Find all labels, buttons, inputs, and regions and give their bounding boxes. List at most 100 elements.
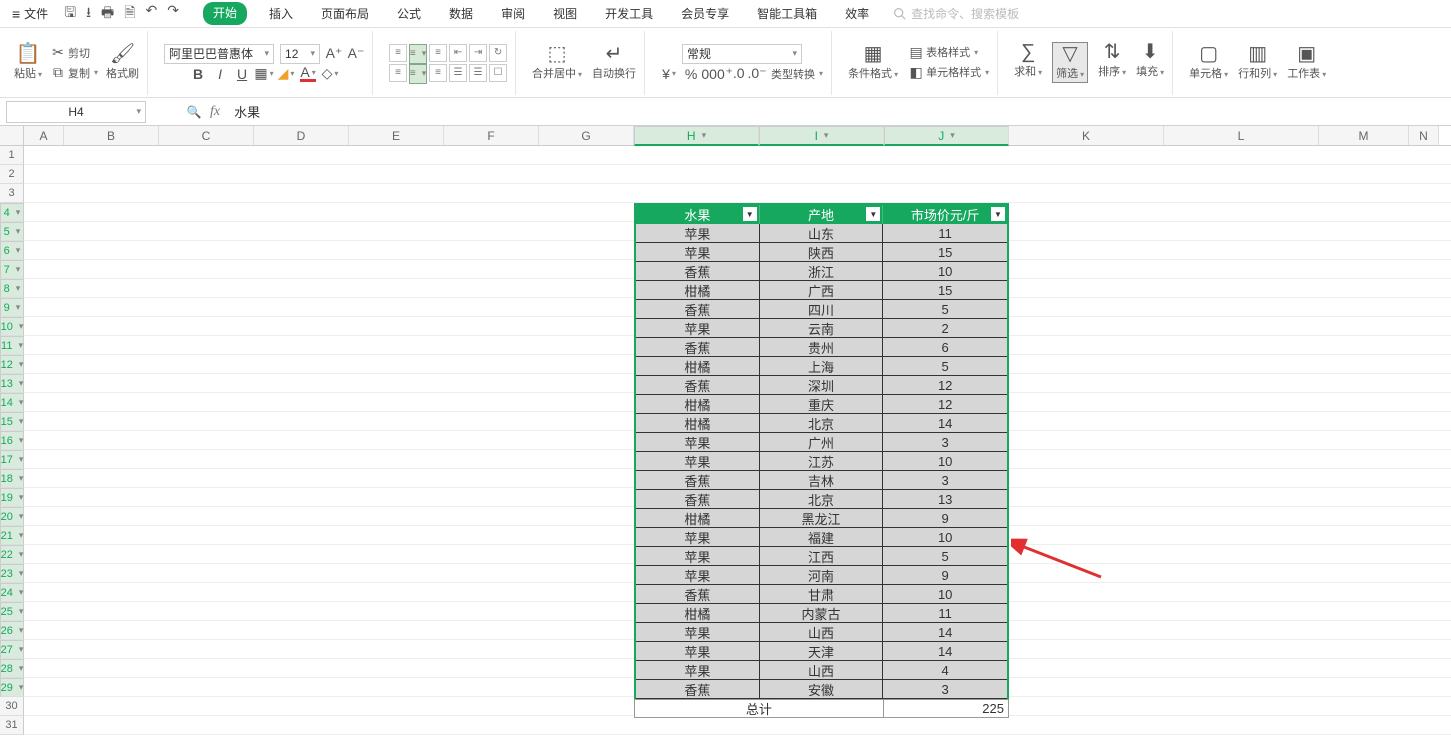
total-label[interactable]: 总计 bbox=[635, 700, 884, 717]
row-header-1[interactable]: 1 bbox=[0, 146, 24, 165]
row-header-4[interactable]: 4 bbox=[0, 203, 24, 222]
merge-toggle[interactable]: ☐ bbox=[489, 64, 507, 82]
table-cell[interactable]: 4 bbox=[883, 661, 1007, 680]
currency-icon[interactable]: ¥ bbox=[661, 66, 677, 82]
table-cell[interactable]: 深圳 bbox=[760, 376, 884, 395]
table-cell[interactable]: 安徽 bbox=[760, 680, 884, 699]
phonetic-icon[interactable]: ◇ bbox=[322, 66, 338, 82]
table-cell[interactable]: 14 bbox=[883, 642, 1007, 661]
table-cell[interactable]: 黑龙江 bbox=[760, 509, 884, 528]
table-cell[interactable]: 3 bbox=[883, 680, 1007, 699]
row-header-14[interactable]: 14 bbox=[0, 393, 24, 412]
table-cell[interactable]: 贵州 bbox=[760, 338, 884, 357]
col-header-A[interactable]: A bbox=[24, 126, 64, 145]
table-cell[interactable]: 苹果 bbox=[636, 224, 760, 243]
col-header-C[interactable]: C bbox=[159, 126, 254, 145]
distribute[interactable]: ☰ bbox=[469, 64, 487, 82]
print-icon[interactable]: 🖶 bbox=[101, 2, 114, 26]
cells-button[interactable]: ▢单元格 bbox=[1189, 44, 1228, 81]
undo-icon[interactable]: ↶ bbox=[146, 2, 158, 26]
align-center[interactable]: ≡ bbox=[409, 64, 427, 84]
table-cell[interactable]: 苹果 bbox=[636, 566, 760, 585]
align-top-center[interactable]: ≡ bbox=[409, 44, 427, 64]
italic-icon[interactable]: I bbox=[212, 66, 228, 82]
orientation[interactable]: ↻ bbox=[489, 44, 507, 62]
file-menu[interactable]: 文件 bbox=[6, 3, 54, 25]
row-header-15[interactable]: 15 bbox=[0, 412, 24, 431]
table-cell[interactable]: 15 bbox=[883, 281, 1007, 300]
row-header-20[interactable]: 20 bbox=[0, 507, 24, 526]
table-cell[interactable]: 香蕉 bbox=[636, 680, 760, 699]
table-cell[interactable]: 柑橘 bbox=[636, 357, 760, 376]
table-cell[interactable]: 苹果 bbox=[636, 452, 760, 471]
table-cell[interactable]: 浙江 bbox=[760, 262, 884, 281]
align-top-right[interactable]: ≡ bbox=[429, 44, 447, 62]
col-header-H[interactable]: H bbox=[634, 126, 759, 146]
row-header-9[interactable]: 9 bbox=[0, 298, 24, 317]
col-header-I[interactable]: I bbox=[759, 126, 884, 146]
col-header-N[interactable]: N bbox=[1409, 126, 1439, 145]
select-all-corner[interactable] bbox=[0, 126, 24, 145]
col-header-L[interactable]: L bbox=[1164, 126, 1319, 145]
table-cell[interactable]: 柑橘 bbox=[636, 509, 760, 528]
table-cell[interactable]: 山西 bbox=[760, 661, 884, 680]
row-header-30[interactable]: 30 bbox=[0, 697, 24, 716]
row-header-27[interactable]: 27 bbox=[0, 640, 24, 659]
col-header-F[interactable]: F bbox=[444, 126, 539, 145]
decrease-font-icon[interactable]: A⁻ bbox=[348, 46, 364, 62]
fill-button[interactable]: ⬇填充 bbox=[1136, 42, 1164, 83]
wrap-text-button[interactable]: ↵自动换行 bbox=[592, 44, 636, 81]
table-cell[interactable]: 香蕉 bbox=[636, 376, 760, 395]
format-painter-button[interactable]: 🖌格式刷 bbox=[106, 44, 139, 81]
table-cell[interactable]: 柑橘 bbox=[636, 414, 760, 433]
border-icon[interactable]: ▦ bbox=[256, 66, 272, 82]
row-header-26[interactable]: 26 bbox=[0, 621, 24, 640]
table-cell[interactable]: 天津 bbox=[760, 642, 884, 661]
tab-7[interactable]: 开发工具 bbox=[599, 2, 659, 25]
save-icon[interactable]: 🖫 bbox=[64, 2, 76, 26]
table-cell[interactable]: 柑橘 bbox=[636, 281, 760, 300]
filter-button[interactable]: ▽筛选 bbox=[1052, 42, 1088, 83]
row-header-22[interactable]: 22 bbox=[0, 545, 24, 564]
table-cell[interactable]: 苹果 bbox=[636, 319, 760, 338]
row-header-12[interactable]: 12 bbox=[0, 355, 24, 374]
merge-center-button[interactable]: ⬚合并居中 bbox=[532, 44, 582, 81]
col-header-G[interactable]: G bbox=[539, 126, 634, 145]
table-cell[interactable]: 11 bbox=[883, 224, 1007, 243]
table-style-button[interactable]: ▤表格样式 bbox=[908, 44, 989, 60]
row-header-7[interactable]: 7 bbox=[0, 260, 24, 279]
font-color-icon[interactable]: A bbox=[300, 66, 316, 82]
table-header[interactable]: 水果▼ bbox=[636, 205, 760, 224]
conditional-format-button[interactable]: ▦条件格式 bbox=[848, 44, 898, 81]
table-cell[interactable]: 江苏 bbox=[760, 452, 884, 471]
row-header-16[interactable]: 16 bbox=[0, 431, 24, 450]
tab-0[interactable]: 开始 bbox=[203, 2, 247, 25]
cut-button[interactable]: ✂剪切 bbox=[50, 45, 98, 61]
row-header-17[interactable]: 17 bbox=[0, 450, 24, 469]
tab-1[interactable]: 插入 bbox=[263, 2, 299, 25]
export-icon[interactable]: ⭳ bbox=[86, 2, 91, 26]
increase-font-icon[interactable]: A⁺ bbox=[326, 46, 342, 62]
table-cell[interactable]: 9 bbox=[883, 566, 1007, 585]
bold-icon[interactable]: B bbox=[190, 66, 206, 82]
table-cell[interactable]: 苹果 bbox=[636, 642, 760, 661]
col-header-J[interactable]: J bbox=[884, 126, 1009, 146]
table-cell[interactable]: 吉林 bbox=[760, 471, 884, 490]
tab-5[interactable]: 审阅 bbox=[495, 2, 531, 25]
tab-8[interactable]: 会员专享 bbox=[675, 2, 735, 25]
align-top-left[interactable]: ≡ bbox=[389, 44, 407, 62]
table-cell[interactable]: 苹果 bbox=[636, 243, 760, 262]
table-cell[interactable]: 5 bbox=[883, 300, 1007, 319]
table-cell[interactable]: 香蕉 bbox=[636, 300, 760, 319]
underline-icon[interactable]: U bbox=[234, 66, 250, 82]
table-cell[interactable]: 香蕉 bbox=[636, 490, 760, 509]
table-cell[interactable]: 广西 bbox=[760, 281, 884, 300]
row-header-3[interactable]: 3 bbox=[0, 184, 24, 203]
table-cell[interactable]: 重庆 bbox=[760, 395, 884, 414]
table-cell[interactable]: 5 bbox=[883, 547, 1007, 566]
row-header-11[interactable]: 11 bbox=[0, 336, 24, 355]
indent-increase[interactable]: ⇥ bbox=[469, 44, 487, 62]
table-cell[interactable]: 10 bbox=[883, 262, 1007, 281]
table-cell[interactable]: 苹果 bbox=[636, 623, 760, 642]
table-cell[interactable]: 柑橘 bbox=[636, 604, 760, 623]
